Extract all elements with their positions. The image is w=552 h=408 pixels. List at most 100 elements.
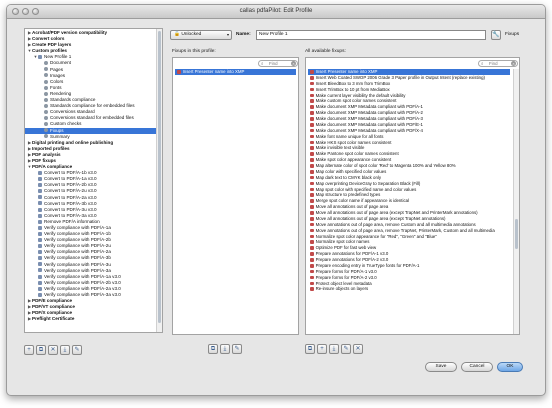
add-icon-button[interactable]: + <box>317 344 327 354</box>
available-fixups-panel: ⌕ Find × Insert Presenter name into XMP I… <box>305 57 520 335</box>
fixup-label: Insert Presenter name into XMP <box>315 69 378 74</box>
profile-icon <box>38 177 42 182</box>
lock-icon: 🔓 <box>174 32 180 37</box>
tree-item-label: Verify compliance with PDF/A-1b <box>44 231 111 237</box>
cancel-button[interactable]: Cancel <box>461 362 493 372</box>
tree-item-label: Convert to PDF/A-3u v3.0 <box>44 206 97 212</box>
fixup-icon <box>310 81 314 86</box>
profile-name-input[interactable]: New Profile 1 <box>256 30 486 40</box>
fixup-label: Move annotations out of page area, remov… <box>315 227 495 233</box>
delete-icon: ✕ <box>50 347 56 353</box>
duplicate-icon-button[interactable]: ⧉ <box>305 344 315 354</box>
tree-item-label: Standards compliance <box>50 97 96 103</box>
tree-item-label: Pages <box>50 66 64 72</box>
wrench-icon: 🔧 <box>492 32 500 38</box>
profile-fixups-panel: ⌕ Find × Insert Presenter name into XMP <box>172 57 299 335</box>
fixup-label: Make HKS spot color names consistent <box>315 139 392 145</box>
duplicate-icon-button[interactable]: ⧉ <box>208 344 218 354</box>
fixup-label: Re-insure objects on layers <box>315 286 369 292</box>
fixup-label: Make document XMP Metadata compliant wit… <box>315 104 423 110</box>
fixup-icon <box>310 281 314 286</box>
tree-item-label: Verify compliance with PDF/A-2u <box>44 243 111 249</box>
tree-item-label: Convert to PDF/A-2u v3.0 <box>44 188 97 194</box>
edit-icon-button[interactable]: ✎ <box>72 345 82 355</box>
tree-item-label: Colors <box>50 78 64 84</box>
profile-tree-scrollbar[interactable] <box>156 29 162 332</box>
edit-icon-button[interactable]: ✎ <box>341 344 351 354</box>
fixups-button[interactable]: 🔧 <box>491 30 501 40</box>
fixup-icon <box>310 128 314 133</box>
fixup-list-item[interactable]: Insert Presenter name into XMP <box>175 69 296 75</box>
export-icon: ⤓ <box>63 347 67 353</box>
save-button[interactable]: Save <box>425 362 457 372</box>
profile-icon <box>44 91 48 96</box>
fixup-list-item[interactable]: Re-insure objects on layers <box>308 286 510 292</box>
profile-icon <box>38 268 42 273</box>
fixup-icon <box>177 70 181 74</box>
profile-icon <box>44 116 48 121</box>
fixup-label: Map dark text to CMYK black only <box>315 174 382 180</box>
fixup-icon <box>310 216 314 221</box>
profile-icon <box>38 170 42 175</box>
fixup-label: Normalize spot color names <box>315 239 370 245</box>
fixup-label: Protect object level metadata <box>315 280 372 286</box>
profile-icon <box>38 195 42 200</box>
fixup-icon <box>310 117 314 121</box>
delete-icon-button[interactable]: ✕ <box>353 344 363 354</box>
fixup-label: Make document XMP Metadata compliant wit… <box>315 110 423 116</box>
fixup-label: Map structure to predefined types <box>315 192 381 198</box>
available-fixups-scroll-thumb[interactable] <box>515 219 518 249</box>
export-icon-button[interactable]: ⤓ <box>329 344 339 354</box>
tree-item-label: New Profile 1 <box>44 54 72 60</box>
tree-item-label: Fonts <box>50 84 62 90</box>
profile-fixups-toolbar: ⧉ ⤓ ✎ <box>208 344 244 354</box>
add-icon-button[interactable]: + <box>24 345 34 355</box>
clear-search-icon[interactable]: × <box>511 61 516 66</box>
available-fixups-list: Insert Presenter name into XMP Insert Web… <box>308 69 510 292</box>
fixups-label: Fixups <box>505 32 520 37</box>
export-icon-button[interactable]: ⤓ <box>60 345 70 355</box>
profile-tree-scroll-thumb[interactable] <box>158 31 161 323</box>
profile-fixups-search-input[interactable]: ⌕ Find × <box>258 60 298 67</box>
fixup-icon <box>310 152 314 156</box>
duplicate-icon-button[interactable]: ⧉ <box>36 345 46 355</box>
profile-icon <box>38 280 42 285</box>
fixup-icon <box>310 258 314 262</box>
fixup-icon <box>310 287 314 292</box>
fixup-icon <box>310 146 314 151</box>
profile-icon <box>38 213 42 218</box>
tree-item-label: Document <box>50 60 71 66</box>
fixup-icon <box>310 234 314 239</box>
profile-icon <box>38 183 42 188</box>
available-fixups-search-placeholder: Find <box>489 61 498 66</box>
fixup-label: Optimize PDF for fast web view <box>315 245 377 251</box>
tree-item-label: Verify compliance with PDF/A-3a <box>44 267 111 273</box>
delete-icon-button[interactable]: ✕ <box>48 345 58 355</box>
clear-search-icon[interactable]: × <box>291 61 296 66</box>
fixup-icon <box>310 246 314 250</box>
edit-icon: ✎ <box>74 347 80 353</box>
tree-item-label: Convert to PDF/A-2b v3.0 <box>44 182 97 188</box>
tree-item-label: PDF/A compliance <box>32 164 73 170</box>
fixup-icon <box>310 269 314 274</box>
lock-status-select[interactable]: 🔓 Unlocked ▾ <box>170 30 232 40</box>
tree-item-label: Convert to PDF/A-1a v3.0 <box>44 176 97 182</box>
profile-icon <box>38 207 42 212</box>
fixup-icon <box>310 75 314 80</box>
ok-button[interactable]: OK <box>497 362 523 372</box>
fixup-label: Merge spot color name if appearance is i… <box>315 198 410 204</box>
fixup-icon <box>310 275 314 280</box>
tree-item-label: Verify compliance with PDF/A-2b <box>44 237 111 243</box>
fixup-icon <box>310 105 314 109</box>
edit-icon-button[interactable]: ✎ <box>232 344 242 354</box>
chevron-down-icon: ▾ <box>226 32 229 37</box>
available-fixups-search-input[interactable]: ⌕ Find × <box>478 60 518 67</box>
tree-item[interactable]: ▶Preflight Certificate <box>25 316 156 322</box>
add-icon: + <box>320 346 324 352</box>
profile-icon <box>44 67 48 72</box>
available-fixups-scrollbar[interactable] <box>513 69 519 334</box>
export-icon-button[interactable]: ⤓ <box>220 344 230 354</box>
tree-item-label: Acrobat/PDF version compatibility <box>32 30 108 35</box>
fixup-label: Map alternate color of spot color 'Red' … <box>315 163 456 168</box>
fixup-label: Make document XMP Metadata compliant wit… <box>315 116 423 121</box>
